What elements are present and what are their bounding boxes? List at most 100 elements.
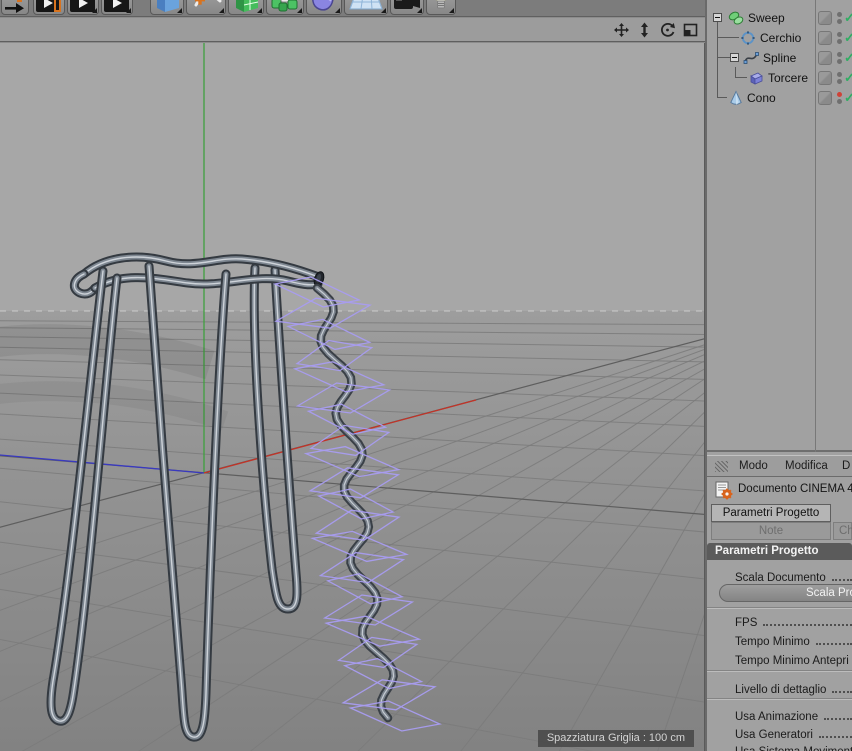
object-manager: Sweep ✓ Cerchio ✓ (707, 0, 852, 452)
grid-spacing-status: Spazziatura Griglia : 100 cm (537, 730, 694, 747)
layer-swatch[interactable] (818, 71, 832, 85)
object-row-cono[interactable]: Cono ✓ (707, 88, 852, 108)
object-row-cerchio[interactable]: Cerchio ✓ (707, 28, 852, 48)
enable-check-icon[interactable]: ✓ (844, 10, 852, 26)
add-modeling-button[interactable] (266, 0, 304, 15)
render-view-button[interactable] (33, 0, 65, 15)
field-fps: FPS (707, 612, 852, 629)
rotate-icon[interactable] (659, 22, 676, 38)
field-scala-documento: Scala Documento (707, 567, 852, 584)
dotted-leader (831, 579, 852, 581)
flyout-corner (177, 8, 182, 13)
object-label[interactable]: Cerchio (760, 31, 801, 45)
enable-check-icon[interactable]: ✓ (844, 70, 852, 86)
pointer-arrow-button[interactable] (1, 0, 29, 15)
flyout-corner (449, 8, 454, 13)
layer-swatch[interactable] (818, 91, 832, 105)
object-label[interactable]: Torcere (768, 71, 808, 85)
visibility-dot-render[interactable] (837, 59, 842, 64)
visibility-dot-render[interactable] (837, 19, 842, 24)
add-environment-button[interactable] (344, 0, 388, 15)
object-label[interactable]: Cono (747, 91, 776, 105)
floor-grid-icon (349, 0, 383, 10)
add-camera-button[interactable] (390, 0, 424, 15)
visibility-dot-render[interactable] (837, 99, 842, 104)
dotted-leader (763, 624, 852, 626)
dotted-leader (824, 718, 852, 720)
visibility-dot-editor[interactable] (837, 72, 842, 77)
add-generator-button[interactable] (228, 0, 264, 15)
field-tempo-minimo-anteprima: Tempo Minimo Antepri (735, 655, 849, 667)
document-gear-icon (715, 481, 733, 500)
pan-icon[interactable] (613, 22, 630, 38)
object-label[interactable]: Spline (763, 51, 796, 65)
add-deformer-button[interactable] (306, 0, 342, 15)
document-row[interactable]: Documento CINEMA 4 (707, 478, 852, 502)
dotted-leader (832, 691, 852, 693)
flyout-corner (335, 8, 340, 13)
field-tempo-minimo: Tempo Minimo (707, 631, 852, 648)
separator (707, 607, 852, 609)
separator (707, 670, 852, 672)
circle-icon (741, 31, 755, 45)
cinema4d-window: Spazziatura Griglia : 100 cm Sweep Cerch… (0, 0, 852, 751)
tab-note[interactable]: Note (711, 522, 831, 540)
separator (707, 698, 852, 700)
render-picture-viewer-button[interactable] (67, 0, 99, 15)
maximize-icon[interactable] (682, 22, 699, 38)
zoom-icon[interactable] (636, 22, 653, 38)
flyout-corner (92, 8, 97, 13)
visibility-dot-editor[interactable] (837, 12, 842, 17)
collapse-box[interactable] (713, 13, 722, 22)
panel-drag-handle-icon[interactable] (715, 461, 728, 472)
object-row-sweep[interactable]: Sweep ✓ (707, 8, 852, 28)
render-settings-button[interactable] (101, 0, 133, 15)
document-title: Documento CINEMA 4 (738, 483, 852, 495)
cone-icon (730, 90, 742, 105)
flyout-corner (297, 8, 302, 13)
visibility-dot-editor[interactable] (837, 32, 842, 37)
attribute-manager: Modo Modifica D Documento CINEMA 4 Param… (707, 455, 852, 751)
field-usa-sistema-movimento: Usa Sistema Moviment (707, 741, 852, 751)
twist-icon (750, 72, 763, 85)
sweep-icon (728, 11, 744, 25)
flyout-corner (126, 8, 131, 13)
enable-check-icon[interactable]: ✓ (844, 90, 852, 106)
attribute-menubar: Modo Modifica D (707, 455, 852, 477)
right-panel: Sweep ✓ Cerchio ✓ (705, 0, 852, 751)
enable-check-icon[interactable]: ✓ (844, 50, 852, 66)
visibility-dot-editor[interactable] (837, 52, 842, 57)
field-usa-generatori: Usa Generatori (707, 724, 852, 741)
menu-modo[interactable]: Modo (739, 460, 768, 472)
field-livello-dettaglio: Livello di dettaglio (707, 679, 852, 696)
section-header-parametri-progetto: Parametri Progetto (707, 543, 852, 560)
field-usa-animazione: Usa Animazione (707, 706, 852, 723)
flyout-corner (219, 8, 224, 13)
menu-d-clipped[interactable]: D (842, 460, 850, 472)
add-spline-button[interactable] (186, 0, 226, 15)
dotted-leader (818, 736, 852, 738)
layer-swatch[interactable] (818, 51, 832, 65)
add-light-button[interactable] (426, 0, 456, 15)
main-toolbar (0, 0, 710, 17)
tab-ch-clipped[interactable]: Ch (833, 522, 852, 540)
visibility-dot-render[interactable] (837, 79, 842, 84)
layer-swatch[interactable] (818, 11, 832, 25)
3d-viewport[interactable]: Spazziatura Griglia : 100 cm (0, 43, 705, 751)
object-row-spline[interactable]: Spline ✓ (707, 48, 852, 68)
menu-modifica[interactable]: Modifica (785, 460, 828, 472)
object-label[interactable]: Sweep (748, 11, 785, 25)
add-cube-button[interactable] (150, 0, 184, 15)
dotted-leader (815, 643, 852, 645)
object-row-torcere[interactable]: Torcere ✓ (707, 68, 852, 88)
tab-parametri-progetto[interactable]: Parametri Progetto (711, 504, 831, 522)
visibility-dot-editor-red[interactable] (837, 92, 842, 97)
visibility-dot-render[interactable] (837, 39, 842, 44)
viewport-header (0, 18, 707, 42)
layer-swatch[interactable] (818, 31, 832, 45)
scene-canvas (0, 43, 704, 751)
scala-progetto-button[interactable]: Scala Pro (719, 584, 852, 602)
spline-icon (743, 52, 759, 64)
collapse-box[interactable] (730, 53, 739, 62)
enable-check-icon[interactable]: ✓ (844, 30, 852, 46)
